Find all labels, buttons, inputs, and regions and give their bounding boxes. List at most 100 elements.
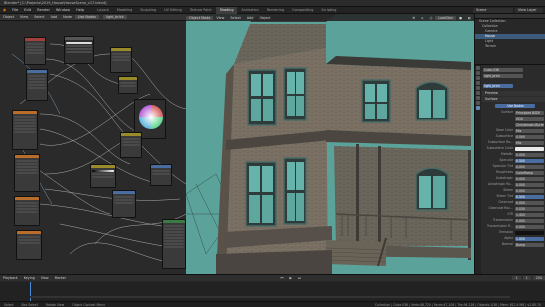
node-bump[interactable] xyxy=(112,190,136,218)
jump-end-icon[interactable]: ⏭ xyxy=(295,276,304,280)
output-tab-icon[interactable] xyxy=(476,76,480,80)
jump-start-icon[interactable]: ⏮ xyxy=(278,276,287,280)
viewport-shading-material-icon[interactable]: ◐ xyxy=(465,16,474,20)
world-tab-icon[interactable] xyxy=(476,86,480,90)
clearcoat-roughness-field[interactable]: 0.030 xyxy=(515,206,544,211)
roughness-link[interactable]: ColorRamp xyxy=(515,170,544,175)
subsurface-color-swatch[interactable] xyxy=(515,146,544,151)
ior-field[interactable]: 1.450 xyxy=(515,212,544,217)
menu-file[interactable]: File xyxy=(9,8,21,12)
snap-icon[interactable]: ⌂ xyxy=(418,16,426,20)
play-icon[interactable]: ▶ xyxy=(286,276,295,280)
node-color-picker-popup[interactable] xyxy=(64,36,94,64)
transmission-field[interactable]: 0.000 xyxy=(515,218,544,223)
node-image-texture-d[interactable] xyxy=(16,230,42,260)
transmission-roughness-field[interactable]: 0.000 xyxy=(515,224,544,229)
tab-animation[interactable]: Animation xyxy=(237,7,262,14)
viewport-menu-object[interactable]: Object xyxy=(256,16,273,20)
viewport-menu-select[interactable]: Select xyxy=(227,16,243,20)
tab-uv-editing[interactable]: UV Editing xyxy=(160,7,186,14)
tab-compositing[interactable]: Compositing xyxy=(288,7,317,14)
emission-color-swatch[interactable] xyxy=(515,230,544,235)
viewport-menu-view[interactable]: View xyxy=(213,16,227,20)
timeline-menu-view[interactable]: View xyxy=(38,276,52,280)
viewport-menu-add[interactable]: Add xyxy=(244,16,257,20)
3d-viewport[interactable]: Object Mode View Select Add Object ⊕ ⌂ ◎… xyxy=(186,14,474,274)
playhead[interactable] xyxy=(30,282,31,301)
scene-selector[interactable]: Scene xyxy=(473,8,513,13)
node-mapping[interactable] xyxy=(26,69,48,101)
material-tab-icon[interactable] xyxy=(476,106,480,110)
outliner[interactable]: Scene Collection Collection Camera House… xyxy=(474,14,545,64)
object-name-field[interactable]: Cube.036 xyxy=(483,67,523,72)
current-frame-field[interactable]: 1 xyxy=(512,276,521,280)
viewport-shading-solid-icon[interactable]: ● xyxy=(456,16,465,20)
menu-help[interactable]: Help xyxy=(73,8,87,12)
section-preview[interactable]: Preview xyxy=(482,91,545,96)
render-tab-icon[interactable] xyxy=(476,71,480,75)
alpha-field[interactable]: 1.000 xyxy=(515,236,544,241)
sheen-field[interactable]: 0.000 xyxy=(515,188,544,193)
color-wheel-icon[interactable] xyxy=(136,102,166,132)
properties-editor[interactable]: Cube.036 light_brick light_brick Preview… xyxy=(474,64,545,275)
shading-mode-lookdev[interactable]: LookDev xyxy=(435,15,457,20)
material-slot-list[interactable]: light_brick xyxy=(483,73,523,78)
timeline-track[interactable] xyxy=(0,282,545,301)
sheen-tint-field[interactable]: 0.500 xyxy=(515,194,544,199)
tool-tab-icon[interactable] xyxy=(476,66,480,70)
menu-edit[interactable]: Edit xyxy=(21,8,34,12)
frame-start-field[interactable]: 1 xyxy=(522,276,531,280)
data-tab-icon[interactable] xyxy=(476,101,480,105)
timeline-menu-marker[interactable]: Marker xyxy=(52,276,69,280)
node-math[interactable] xyxy=(150,164,172,186)
tab-modeling[interactable]: Modeling xyxy=(113,7,136,14)
node-color-ramp[interactable] xyxy=(90,164,116,188)
tab-sculpting[interactable]: Sculpting xyxy=(136,7,160,14)
tab-scripting[interactable]: Scripting xyxy=(317,7,340,14)
surface-shader-dropdown[interactable]: Principled BSDF xyxy=(515,110,544,115)
node-mix-rgb-a[interactable] xyxy=(110,47,132,73)
menu-render[interactable]: Render xyxy=(34,8,53,12)
node-hue-saturation[interactable] xyxy=(118,76,138,94)
scene-tab-icon[interactable] xyxy=(476,81,480,85)
outliner-item[interactable]: Terrain xyxy=(475,44,545,49)
anisotropic-field[interactable]: 0.000 xyxy=(515,176,544,181)
timeline[interactable]: Playback Keying View Marker ⏮ ▶ ⏭ 1 1 25… xyxy=(0,274,545,301)
tab-shading[interactable]: Shading xyxy=(215,6,238,14)
node-image-texture-a[interactable] xyxy=(12,110,38,150)
anisotropic-rotation-field[interactable]: 0.000 xyxy=(515,182,544,187)
subsurface-field[interactable]: 0.000 xyxy=(515,134,544,139)
timeline-menu-playback[interactable]: Playback xyxy=(0,276,21,280)
proportional-edit-icon[interactable]: ◎ xyxy=(426,16,435,20)
object-tab-icon[interactable] xyxy=(476,91,480,95)
timeline-menu-keying[interactable]: Keying xyxy=(21,276,38,280)
modifier-tab-icon[interactable] xyxy=(476,96,480,100)
transform-orientation-icon[interactable]: ⊕ xyxy=(409,16,418,20)
specular-field[interactable]: 0.500 xyxy=(515,158,544,163)
metallic-field[interactable]: 0.000 xyxy=(515,152,544,157)
shader-node-editor[interactable]: Object View Select Add Node Use Nodes li… xyxy=(0,14,186,274)
node-image-texture-c[interactable] xyxy=(14,196,40,226)
subsurface-method-dropdown[interactable]: Christensen-Burley xyxy=(515,122,544,127)
object-mode-dropdown[interactable]: Object Mode xyxy=(186,15,214,20)
specular-tint-field[interactable]: 0.000 xyxy=(515,164,544,169)
tab-rendering[interactable]: Rendering xyxy=(263,7,288,14)
node-principled-bsdf[interactable] xyxy=(162,219,186,269)
node-image-texture-b[interactable] xyxy=(14,154,40,192)
use-nodes-button[interactable]: Use Nodes xyxy=(495,103,535,108)
blender-logo-icon[interactable]: ◉ xyxy=(0,8,9,12)
material-datablock-field[interactable]: light_brick xyxy=(483,83,513,88)
section-surface[interactable]: Surface xyxy=(482,97,545,102)
frame-end-field[interactable]: 250 xyxy=(532,276,545,280)
tab-layout[interactable]: Layout xyxy=(93,7,113,14)
tab-texture-paint[interactable]: Texture Paint xyxy=(186,7,216,14)
view-layer-selector[interactable]: View Layer xyxy=(515,8,543,13)
base-color-link[interactable]: Mix xyxy=(515,128,544,133)
normal-link[interactable]: Bump xyxy=(515,242,544,247)
node-mix-rgb-b[interactable] xyxy=(120,132,142,158)
clearcoat-field[interactable]: 0.000 xyxy=(515,200,544,205)
node-texture-coordinate[interactable] xyxy=(24,37,46,65)
menu-window[interactable]: Window xyxy=(53,8,73,12)
subsurface-radius-link[interactable]: Mix xyxy=(515,140,544,145)
distribution-dropdown[interactable]: GGX xyxy=(515,116,544,121)
